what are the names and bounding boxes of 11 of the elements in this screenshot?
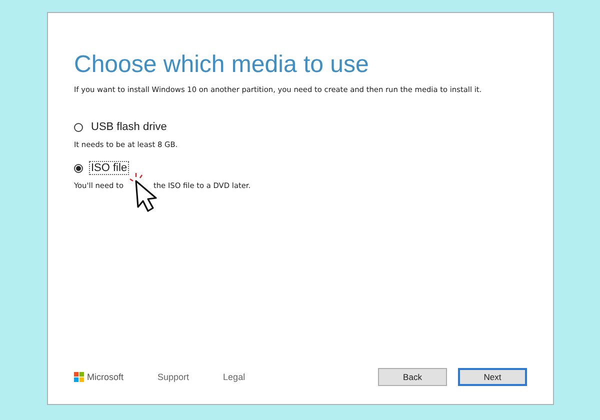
brand-name: Microsoft <box>87 372 124 382</box>
microsoft-logo-icon <box>74 372 84 382</box>
footer-link[interactable]: Support <box>158 372 190 382</box>
footer-link[interactable]: Legal <box>223 372 246 382</box>
radio-button[interactable] <box>74 122 83 132</box>
option-label[interactable]: ISO file <box>89 161 130 175</box>
next-button[interactable]: Next <box>458 368 527 386</box>
option-label[interactable]: USB flash drive <box>89 120 169 134</box>
radio-button[interactable] <box>74 164 83 172</box>
back-button[interactable]: Back <box>378 368 447 386</box>
page-title: Choose which media to use <box>74 51 370 79</box>
